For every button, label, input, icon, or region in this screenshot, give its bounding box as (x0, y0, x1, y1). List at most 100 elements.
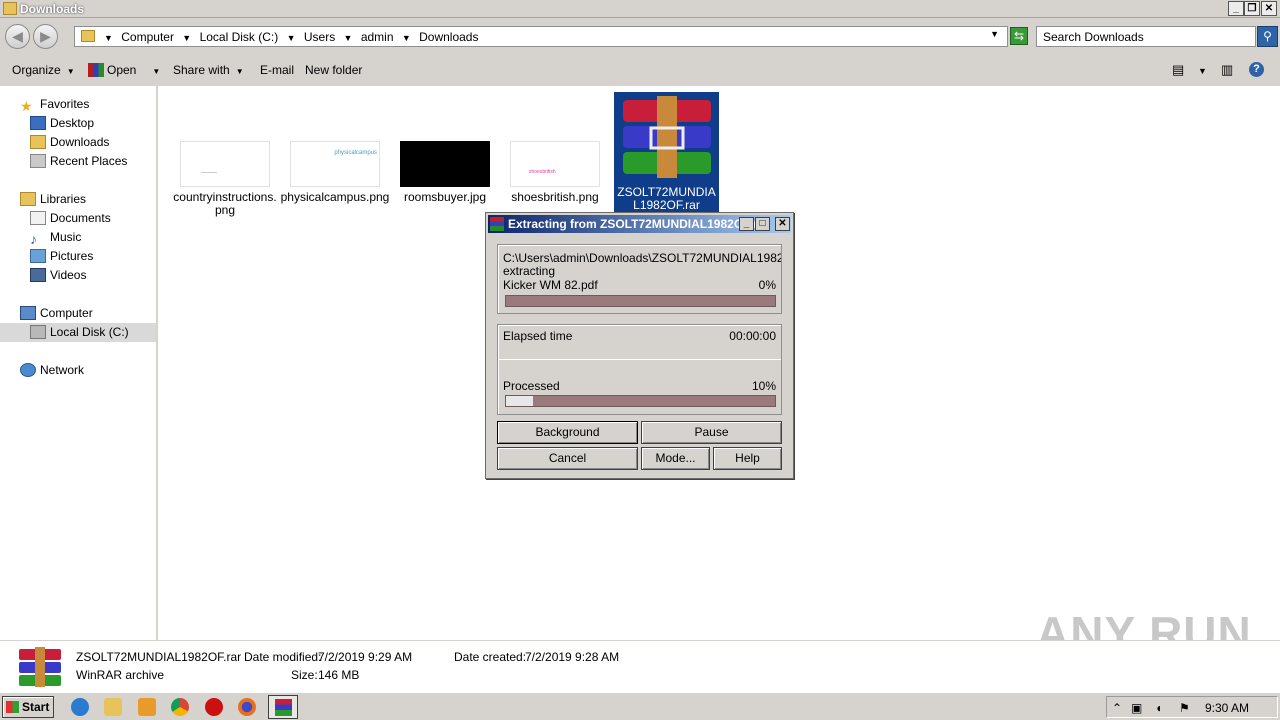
nav-local-disk-label: Local Disk (C:) (50, 325, 129, 339)
nav-recent-places[interactable]: Recent Places (30, 152, 127, 170)
winrar-icon (490, 217, 504, 231)
restore-button[interactable]: ❐ (1244, 1, 1260, 16)
search-input[interactable]: Search Downloads (1036, 26, 1256, 47)
recent-places-icon (30, 154, 46, 168)
chevron-right-icon[interactable]: ▼ (402, 33, 411, 43)
file-item-selected[interactable]: ZSOLT72MUNDIAL1982OF.rar (614, 92, 719, 214)
help-icon[interactable]: ? (1249, 62, 1264, 77)
nav-network-label: Network (40, 363, 85, 377)
libraries-icon (20, 192, 36, 206)
volume-icon[interactable]: ◖ (1155, 701, 1162, 715)
open-label: Open (107, 63, 137, 77)
chevron-down-icon[interactable]: ▼ (1198, 66, 1207, 76)
system-tray: ⌃ ▣ ◖ ⚑ 9:30 AM (1106, 696, 1278, 718)
chevron-right-icon[interactable]: ▼ (344, 33, 353, 43)
chevron-down-icon[interactable]: ▼ (990, 29, 999, 39)
preview-pane-icon[interactable]: ▥ (1221, 62, 1233, 78)
processed-progress-bar (505, 395, 776, 407)
current-file: Kicker WM 82.pdf (503, 278, 598, 292)
nav-documents[interactable]: Documents (30, 209, 111, 227)
mode-button[interactable]: Mode... (641, 447, 710, 470)
clock[interactable]: 9:30 AM (1205, 701, 1249, 715)
nav-computer[interactable]: Computer (20, 304, 93, 322)
back-button[interactable]: ◀ (5, 24, 30, 49)
file-progress-bar (505, 295, 776, 307)
explorer-icon[interactable] (104, 698, 122, 716)
breadcrumb[interactable]: ▼ Computer ▼ Local Disk (C:) ▼ Users ▼ a… (74, 26, 1008, 47)
dialog-minimize-button[interactable]: _ (739, 217, 754, 231)
winrar-icon (275, 699, 292, 716)
crumb-users[interactable]: Users (304, 30, 335, 44)
network-icon[interactable]: ▣ (1131, 701, 1142, 715)
nav-pictures[interactable]: Pictures (30, 247, 93, 265)
nav-favorites-label: Favorites (40, 97, 90, 111)
nav-computer-label: Computer (40, 306, 93, 320)
winrar-archive-icon (623, 96, 711, 178)
winrar-taskbar-button[interactable] (268, 695, 298, 719)
detail-filename: ZSOLT72MUNDIAL1982OF.rar (76, 650, 242, 664)
file-progress-panel: C:\Users\admin\Downloads\ZSOLT72MUNDIAL1… (497, 244, 782, 314)
command-bar: Organize ▼ Open ▼ Share with ▼ E-mail New f… (0, 54, 1280, 86)
nav-local-disk[interactable]: Local Disk (C:) (30, 323, 129, 341)
nav-downloads[interactable]: Downloads (30, 133, 109, 151)
start-button[interactable]: Start (2, 696, 54, 718)
nav-favorites[interactable]: ★ Favorites (20, 95, 90, 114)
internet-explorer-icon[interactable] (71, 698, 89, 716)
pause-button[interactable]: Pause (641, 421, 782, 444)
dialog-close-button[interactable]: ✕ (775, 217, 790, 231)
background-button[interactable]: Background (497, 421, 638, 444)
crumb-computer[interactable]: Computer (121, 30, 174, 44)
nav-network[interactable]: Network (20, 361, 84, 379)
nav-libraries[interactable]: Libraries (20, 190, 86, 208)
chrome-icon[interactable] (171, 698, 189, 716)
nav-documents-label: Documents (50, 211, 111, 225)
crumb-downloads[interactable]: Downloads (419, 30, 478, 44)
search-icon[interactable]: ⚲ (1257, 26, 1278, 47)
thumbnail-text: physicalcampus (334, 150, 377, 156)
cancel-button[interactable]: Cancel (497, 447, 638, 470)
processed-panel: Elapsed time 00:00:00 Processed 10% (497, 324, 782, 415)
documents-icon (30, 211, 46, 225)
desktop-icon (30, 116, 46, 130)
media-player-icon[interactable] (138, 698, 156, 716)
organize-button[interactable]: Organize ▼ (12, 63, 75, 77)
date-modified-value: 7/2/2019 9:29 AM (318, 650, 413, 664)
close-button[interactable]: ✕ (1261, 1, 1277, 16)
nav-videos[interactable]: Videos (30, 266, 86, 284)
nav-music[interactable]: ♪ Music (30, 228, 81, 247)
organize-label: Organize (12, 63, 61, 77)
address-bar: ◀ ▶ ▼ Computer ▼ Local Disk (C:) ▼ Users… (0, 18, 1280, 54)
processed-label: Processed (503, 379, 560, 393)
action-center-flag-icon[interactable]: ⚑ (1179, 701, 1190, 715)
archive-path: C:\Users\admin\Downloads\ZSOLT72MUNDIAL1… (503, 251, 781, 265)
show-hidden-icons-icon[interactable]: ⌃ (1112, 701, 1122, 715)
firefox-icon[interactable] (238, 698, 256, 716)
nav-desktop[interactable]: Desktop (30, 114, 94, 132)
navigation-pane: ★ Favorites Desktop Downloads Recent Plac… (0, 86, 158, 640)
processed-percent: 10% (751, 379, 776, 393)
share-with-label: Share with (173, 63, 230, 77)
help-button[interactable]: Help (713, 447, 782, 470)
minimize-button[interactable]: _ (1228, 1, 1244, 16)
email-button[interactable]: E-mail (260, 63, 294, 77)
opera-icon[interactable] (205, 698, 223, 716)
thumbnail-text: shoesbritish (529, 169, 556, 175)
share-with-button[interactable]: Share with ▼ (173, 63, 244, 77)
extract-status: extracting (503, 264, 556, 278)
crumb-admin[interactable]: admin (361, 30, 394, 44)
date-modified-label: Date modified: (244, 650, 322, 664)
view-options-icon[interactable]: ▤ (1172, 62, 1184, 78)
crumb-local-disk[interactable]: Local Disk (C:) (200, 30, 279, 44)
size-value: 146 MB (318, 668, 360, 682)
file-name: roomsbuyer.jpg (403, 190, 487, 204)
windows-logo-icon (6, 701, 19, 713)
chevron-right-icon[interactable]: ▼ (104, 33, 113, 43)
chevron-right-icon[interactable]: ▼ (287, 33, 296, 43)
window-title: Downloads (20, 2, 85, 16)
open-button[interactable]: Open ▼ (88, 63, 160, 77)
chevron-right-icon[interactable]: ▼ (182, 33, 191, 43)
refresh-button[interactable]: ⇆ (1010, 27, 1028, 45)
new-folder-button[interactable]: New folder (305, 63, 362, 77)
forward-button[interactable]: ▶ (33, 24, 58, 49)
dialog-maximize-button[interactable]: □ (755, 217, 770, 231)
